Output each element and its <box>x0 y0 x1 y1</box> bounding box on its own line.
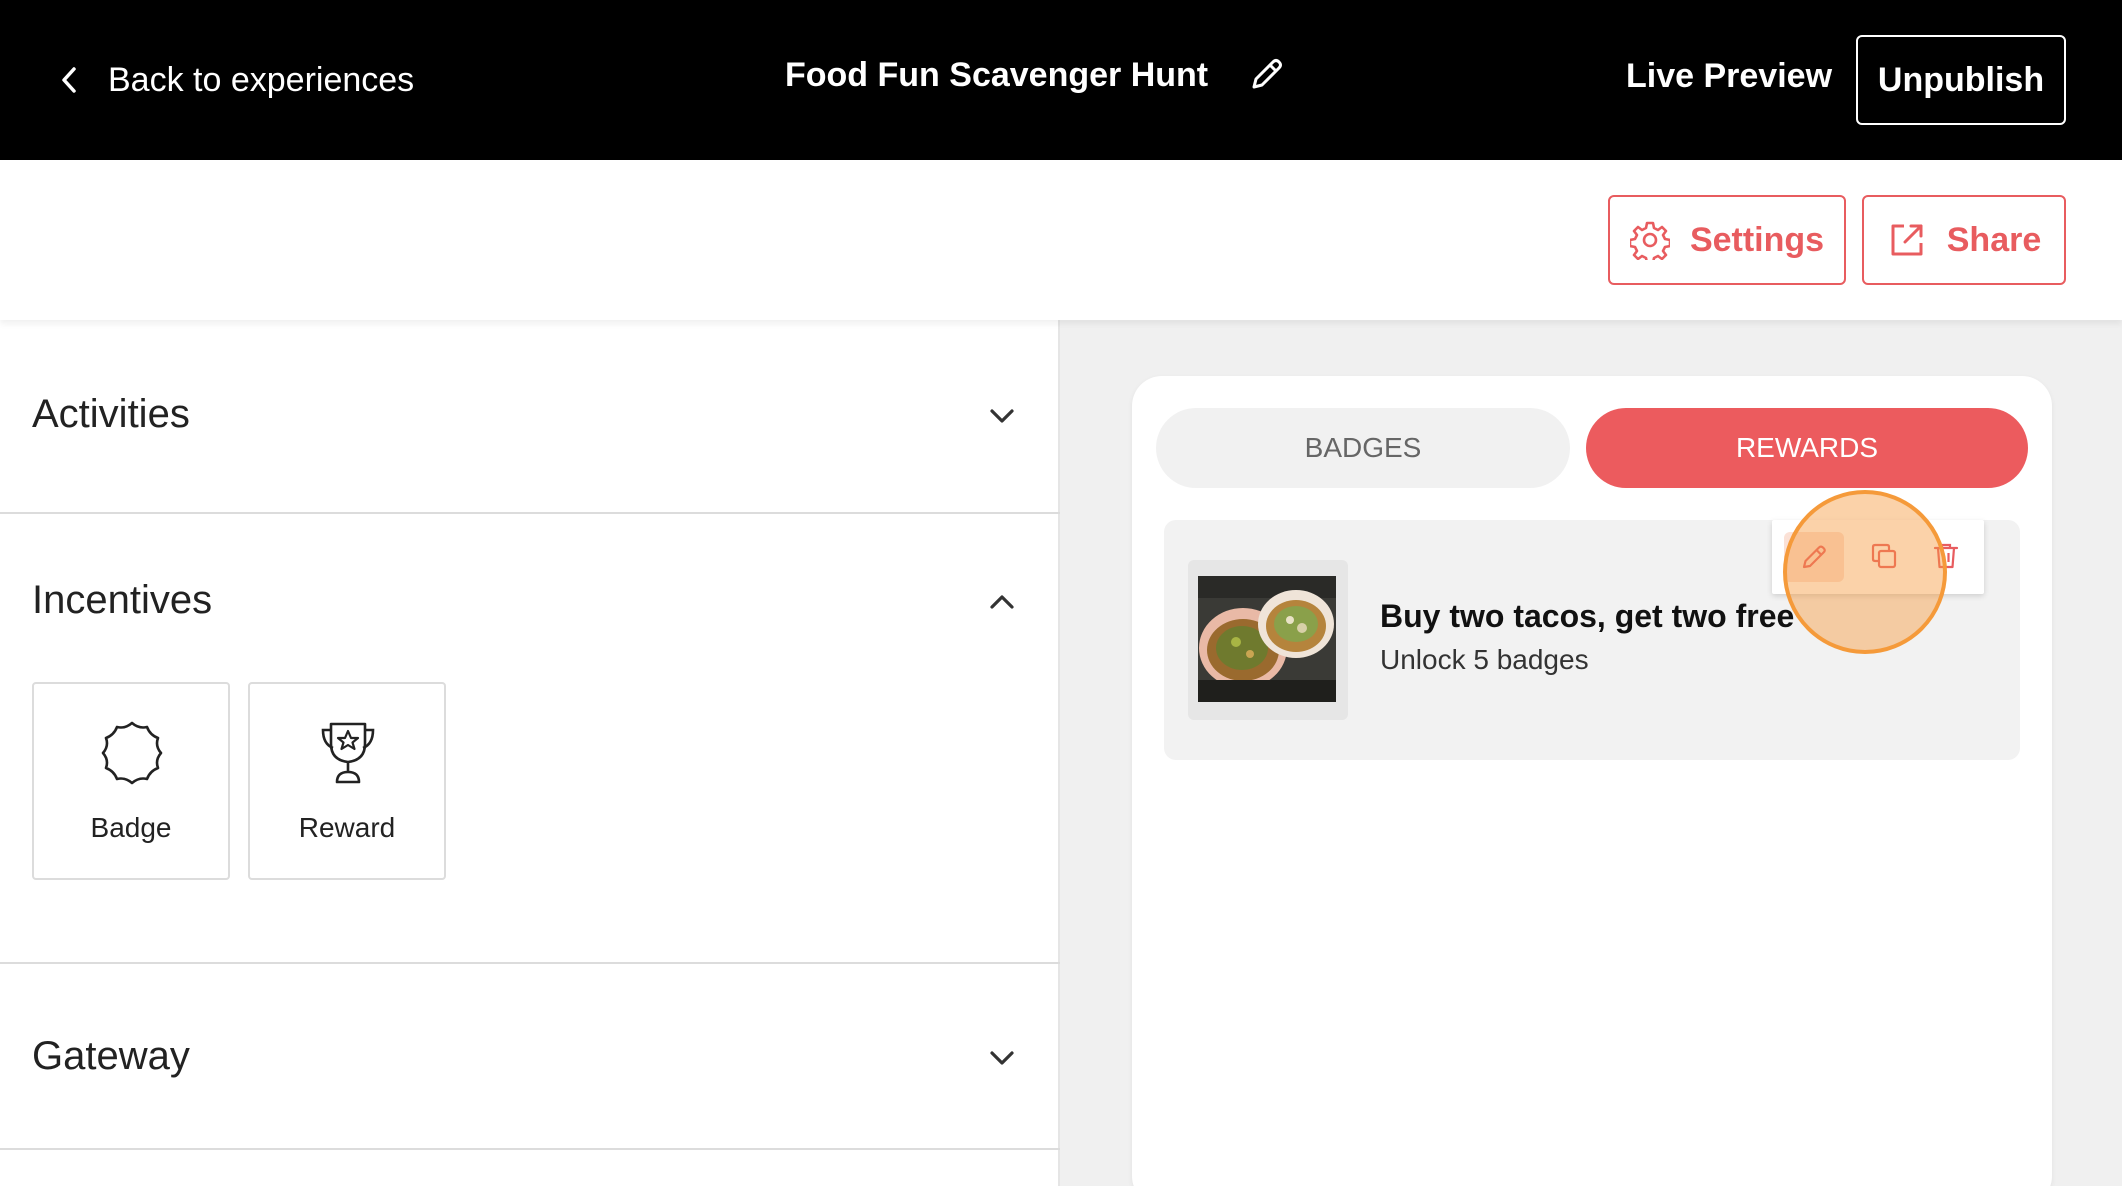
share-label: Share <box>1946 220 2042 259</box>
section-incentives: Incentives Badge Reward <box>0 514 1060 964</box>
reward-thumbnail <box>1188 560 1348 720</box>
badge-tile-label: Badge <box>90 812 172 843</box>
badge-icon <box>101 721 163 785</box>
copy-icon <box>1871 543 1897 569</box>
section-activities-label: Activities <box>32 392 190 436</box>
builder-sidebar: Activities Incentives Badge Reward Gatew… <box>0 320 1060 1186</box>
settings-button[interactable]: Settings <box>1608 195 1846 285</box>
chevron-down-icon[interactable] <box>986 400 1018 432</box>
tab-badges[interactable]: BADGES <box>1156 408 1570 488</box>
preview-card: BADGES REWARDS Buy two tacos, get two fr… <box>1132 376 2052 1186</box>
chevron-left-icon <box>62 67 76 93</box>
reward-tile[interactable]: Reward <box>248 682 446 880</box>
top-bar: Back to experiences Food Fun Scavenger H… <box>0 0 2122 160</box>
experience-title: Food Fun Scavenger Hunt <box>785 55 1209 94</box>
reward-title: Buy two tacos, get two free <box>1380 598 1795 634</box>
reward-list-item[interactable]: Buy two tacos, get two free Unlock 5 bad… <box>1164 520 2020 760</box>
edit-title-pencil-icon[interactable] <box>1246 55 1286 95</box>
settings-label: Settings <box>1689 220 1825 259</box>
reward-actions-toolbar <box>1772 520 1984 594</box>
section-gateway-label: Gateway <box>32 1034 190 1078</box>
tacos-photo <box>1198 576 1336 702</box>
delete-reward-button[interactable] <box>1924 534 1968 578</box>
section-gateway[interactable]: Gateway <box>0 964 1060 1150</box>
section-activities[interactable]: Activities <box>0 320 1060 514</box>
unpublish-button[interactable]: Unpublish <box>1856 35 2066 125</box>
experience-title-group: Food Fun Scavenger Hunt <box>785 55 1286 95</box>
live-preview-link[interactable]: Live Preview <box>1626 57 1832 96</box>
badge-tile[interactable]: Badge <box>32 682 230 880</box>
preview-panel: BADGES REWARDS Buy two tacos, get two fr… <box>1060 320 2122 1186</box>
trophy-icon <box>321 722 375 784</box>
share-button[interactable]: Share <box>1862 195 2066 285</box>
gear-icon <box>1629 221 1670 260</box>
external-link-icon <box>1891 224 1923 256</box>
pencil-icon <box>1802 545 1826 569</box>
chevron-down-icon[interactable] <box>986 1042 1018 1074</box>
back-to-experiences-link[interactable]: Back to experiences <box>54 55 414 105</box>
reward-subtitle: Unlock 5 badges <box>1380 644 1589 675</box>
edit-reward-button[interactable] <box>1784 532 1844 582</box>
reward-tile-label: Reward <box>298 812 396 843</box>
duplicate-reward-button[interactable] <box>1862 534 1906 578</box>
tab-rewards[interactable]: REWARDS <box>1586 408 2028 488</box>
section-incentives-label: Incentives <box>32 578 213 622</box>
action-toolbar: Settings Share <box>0 160 2122 320</box>
trash-icon <box>1933 543 1959 569</box>
back-label: Back to experiences <box>108 60 415 99</box>
chevron-up-icon[interactable] <box>986 586 1018 618</box>
